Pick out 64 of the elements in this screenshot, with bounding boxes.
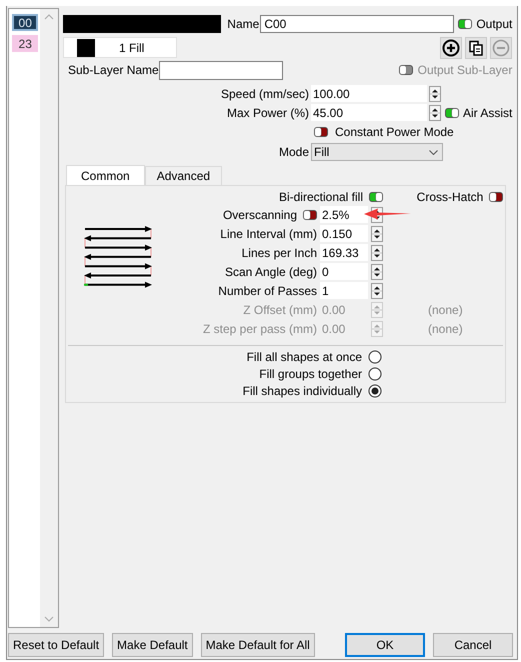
air-assist-toggle[interactable] (445, 108, 459, 118)
radio-button[interactable] (368, 384, 382, 398)
dialog-button[interactable]: OK (345, 633, 425, 657)
fill-setting-note: (none) (428, 302, 463, 316)
dialog-button[interactable]: Make Default (112, 633, 193, 657)
fill-setting-label: Overscanning (222, 208, 297, 222)
constant-power-label: Constant Power Mode (335, 124, 454, 138)
dialog-button[interactable]: Reset to Default (8, 633, 104, 657)
caret-down-icon (429, 150, 438, 154)
layer-item[interactable]: 23 (12, 35, 38, 52)
output-label: Output (476, 16, 512, 30)
fill-order-label: Fill all shapes at once (246, 350, 362, 364)
fill-order-label: Fill shapes individually (242, 384, 362, 398)
setting-field[interactable]: 100.00 (311, 85, 427, 102)
dialog-button[interactable]: Cancel (433, 633, 513, 657)
air-assist-label: Air Assist (463, 106, 512, 120)
fill-setting-label: Scan Angle (deg) (224, 264, 317, 278)
sublayer-tab[interactable]: 1 Fill (63, 37, 177, 58)
tab[interactable]: Common (66, 165, 145, 185)
name-label: Name (227, 16, 260, 30)
bidirectional-toggle[interactable] (369, 192, 383, 202)
fill-setting-label: Z Offset (mm) (243, 302, 317, 316)
spin-buttons[interactable] (371, 264, 383, 280)
layer-color-swatch[interactable] (63, 14, 221, 32)
copy-icon[interactable] (465, 36, 488, 58)
overscanning-toggle[interactable] (303, 210, 317, 220)
fill-setting-label: Number of Passes (218, 284, 317, 298)
spin-buttons[interactable] (429, 86, 441, 102)
output-toggle[interactable] (458, 18, 472, 28)
bidirectional-label: Bi-directional fill (278, 190, 363, 204)
fill-setting-field: 0.00 (320, 320, 368, 337)
sublayer-name-field[interactable] (158, 60, 283, 80)
tab[interactable]: Advanced (144, 166, 222, 185)
fill-order-label: Fill groups together (259, 367, 362, 381)
layer-item[interactable]: 00 (12, 14, 38, 31)
fill-setting-field[interactable]: 1 (320, 282, 368, 299)
spin-buttons[interactable] (371, 282, 383, 298)
radio-button[interactable] (368, 350, 382, 364)
name-field[interactable]: C00 (260, 14, 454, 32)
fill-setting-label: Lines per Inch (242, 246, 317, 260)
fill-setting-field: 0.00 (320, 301, 368, 318)
fill-setting-field[interactable]: 169.33 (320, 244, 368, 261)
spin-buttons[interactable] (429, 104, 441, 120)
fill-setting-note: (none) (428, 322, 463, 336)
fill-setting-field[interactable]: 0.150 (320, 225, 368, 242)
fill-setting-label: Z step per pass (mm) (202, 322, 317, 336)
radio-button[interactable] (368, 367, 382, 381)
spin-buttons[interactable] (371, 244, 383, 260)
constant-power-toggle[interactable] (314, 126, 328, 136)
fill-setting-field[interactable]: 0 (320, 263, 368, 280)
cross-hatch-label: Cross-Hatch (416, 190, 484, 204)
fill-setting-label: Line Interval (mm) (220, 226, 317, 240)
fill-setting-field[interactable]: 2.5% (320, 206, 368, 223)
setting-label: Max Power (%) (226, 106, 309, 120)
mode-dropdown[interactable]: Fill (311, 143, 443, 161)
spin-buttons[interactable] (371, 226, 383, 242)
output-sublayer-label: Output Sub-Layer (418, 63, 512, 77)
setting-field[interactable]: 45.00 (311, 104, 427, 121)
sublayer-name-label: Sub-Layer Name (68, 63, 159, 77)
dialog-button[interactable]: Make Default for All (200, 633, 315, 657)
cross-hatch-toggle[interactable] (489, 192, 504, 202)
add-icon[interactable] (440, 36, 462, 58)
mode-label: Mode (278, 145, 309, 159)
setting-label: Speed (mm/sec) (220, 86, 309, 100)
